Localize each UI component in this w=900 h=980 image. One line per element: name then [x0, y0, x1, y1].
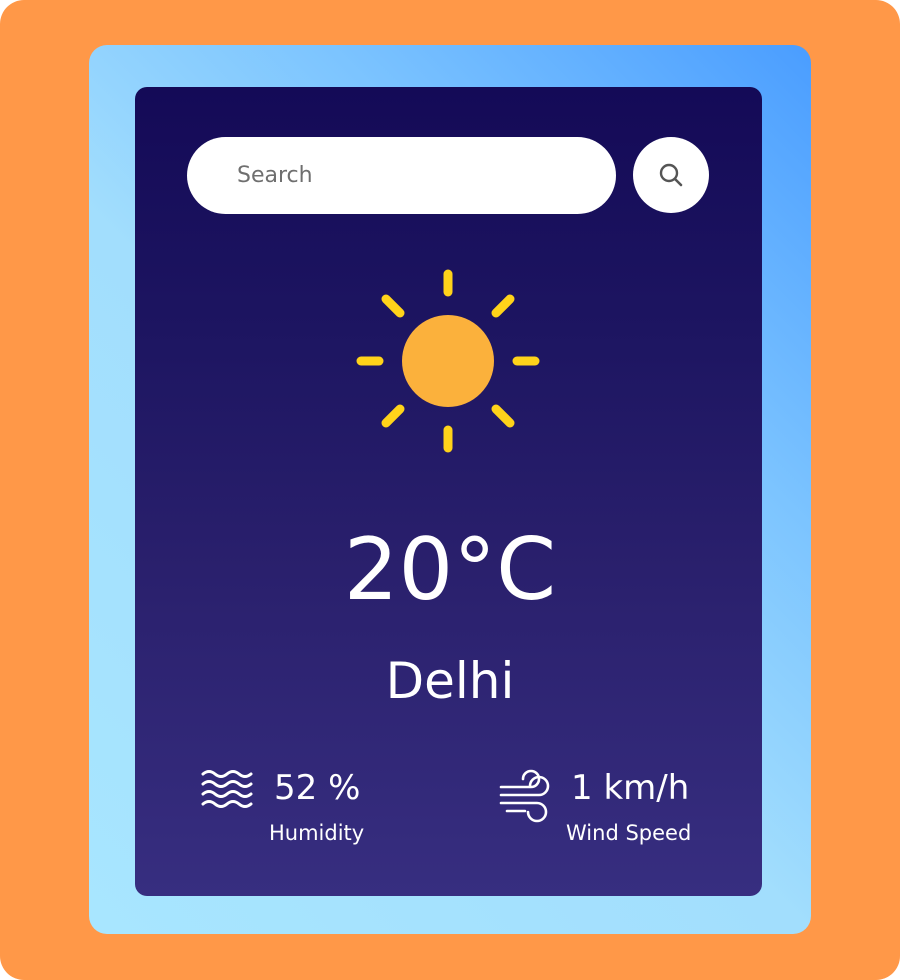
search-icon	[659, 163, 683, 187]
humidity-label: Humidity	[269, 821, 365, 845]
humidity-icon	[201, 770, 253, 808]
search-input[interactable]	[187, 137, 616, 214]
temperature: 20°C	[343, 520, 557, 620]
wind-label: Wind Speed	[566, 821, 692, 845]
search-button[interactable]	[633, 137, 709, 213]
sun-body	[402, 315, 494, 407]
sun-icon	[356, 269, 540, 453]
wind-value: 1 km/h	[571, 768, 690, 808]
humidity-value: 52 %	[274, 768, 361, 808]
wind-icon	[499, 769, 550, 823]
city-name: Delhi	[385, 652, 515, 710]
